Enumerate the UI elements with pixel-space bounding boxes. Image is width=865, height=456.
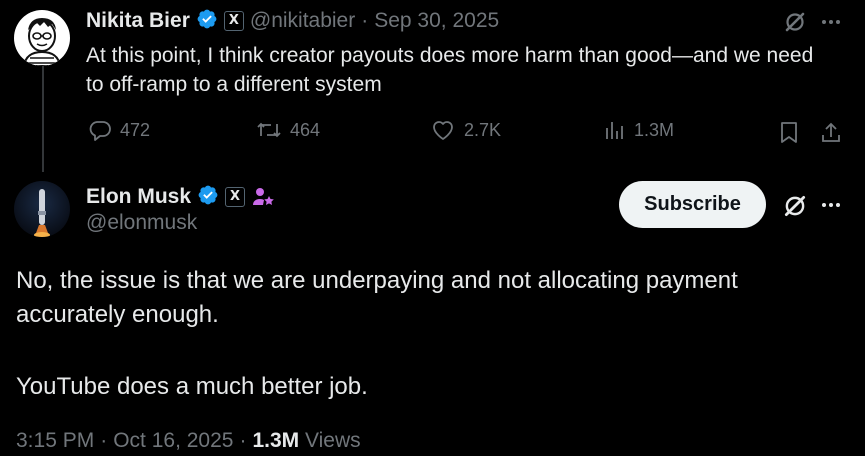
repost-button[interactable]: 464	[256, 118, 320, 142]
bookmark-icon[interactable]	[776, 120, 802, 146]
verified-badge-icon[interactable]	[196, 8, 218, 35]
repost-icon	[257, 122, 281, 138]
separator: ·	[361, 9, 369, 32]
post-date[interactable]: Oct 16, 2025	[113, 429, 233, 453]
main-handle[interactable]: @elonmusk	[86, 211, 197, 235]
grok-icon[interactable]	[782, 9, 808, 35]
post-views[interactable]: 1.3M Views	[252, 429, 360, 453]
views-label: Views	[305, 429, 361, 452]
more-icon[interactable]	[818, 193, 844, 217]
parent-author-name[interactable]: Nikita Bier	[86, 9, 190, 33]
views-count: 1.3M	[634, 119, 675, 140]
reply-count: 472	[120, 119, 151, 140]
main-author-name[interactable]: Elon Musk	[86, 185, 191, 209]
post-time[interactable]: 3:15 PM	[16, 429, 94, 453]
parent-post-header: Nikita Bier X @nikitabier · Sep 30, 2025	[86, 7, 499, 35]
subscribe-button[interactable]: Subscribe	[619, 181, 766, 228]
like-button[interactable]: 2.7K	[430, 118, 501, 142]
like-count: 2.7K	[464, 119, 502, 140]
views-count: 1.3M	[252, 429, 300, 452]
post-meta: 3:15 PM · Oct 16, 2025 · 1.3M Views	[16, 429, 361, 453]
main-post-text-line2: YouTube does a much better job.	[16, 373, 368, 400]
repost-count: 464	[290, 119, 321, 140]
like-icon	[433, 121, 453, 140]
reply-button[interactable]: 472	[88, 118, 150, 142]
x-affiliate-icon[interactable]: X	[225, 187, 246, 207]
thread-line	[42, 66, 44, 172]
nikita-avatar[interactable]	[14, 10, 70, 66]
verified-badge-icon[interactable]	[197, 184, 219, 211]
views-icon	[606, 122, 623, 139]
elon-avatar[interactable]	[14, 181, 70, 237]
x-affiliate-icon[interactable]: X	[223, 11, 244, 31]
more-icon[interactable]	[818, 10, 844, 34]
subscriber-icon[interactable]	[251, 185, 275, 209]
parent-date[interactable]: Sep 30, 2025	[374, 9, 499, 33]
reply-icon	[89, 121, 111, 141]
parent-handle[interactable]: @nikitabier	[250, 9, 355, 33]
views-button[interactable]: 1.3M	[604, 118, 674, 142]
separator: ·	[100, 429, 108, 452]
grok-icon[interactable]	[781, 192, 809, 220]
separator: ·	[239, 429, 247, 452]
parent-post-text: At this point, I think creator payouts d…	[86, 44, 814, 96]
main-post-text: No, the issue is that we are underpaying…	[16, 267, 738, 328]
share-icon[interactable]	[818, 120, 844, 146]
main-post-header: Elon Musk X	[86, 182, 275, 212]
